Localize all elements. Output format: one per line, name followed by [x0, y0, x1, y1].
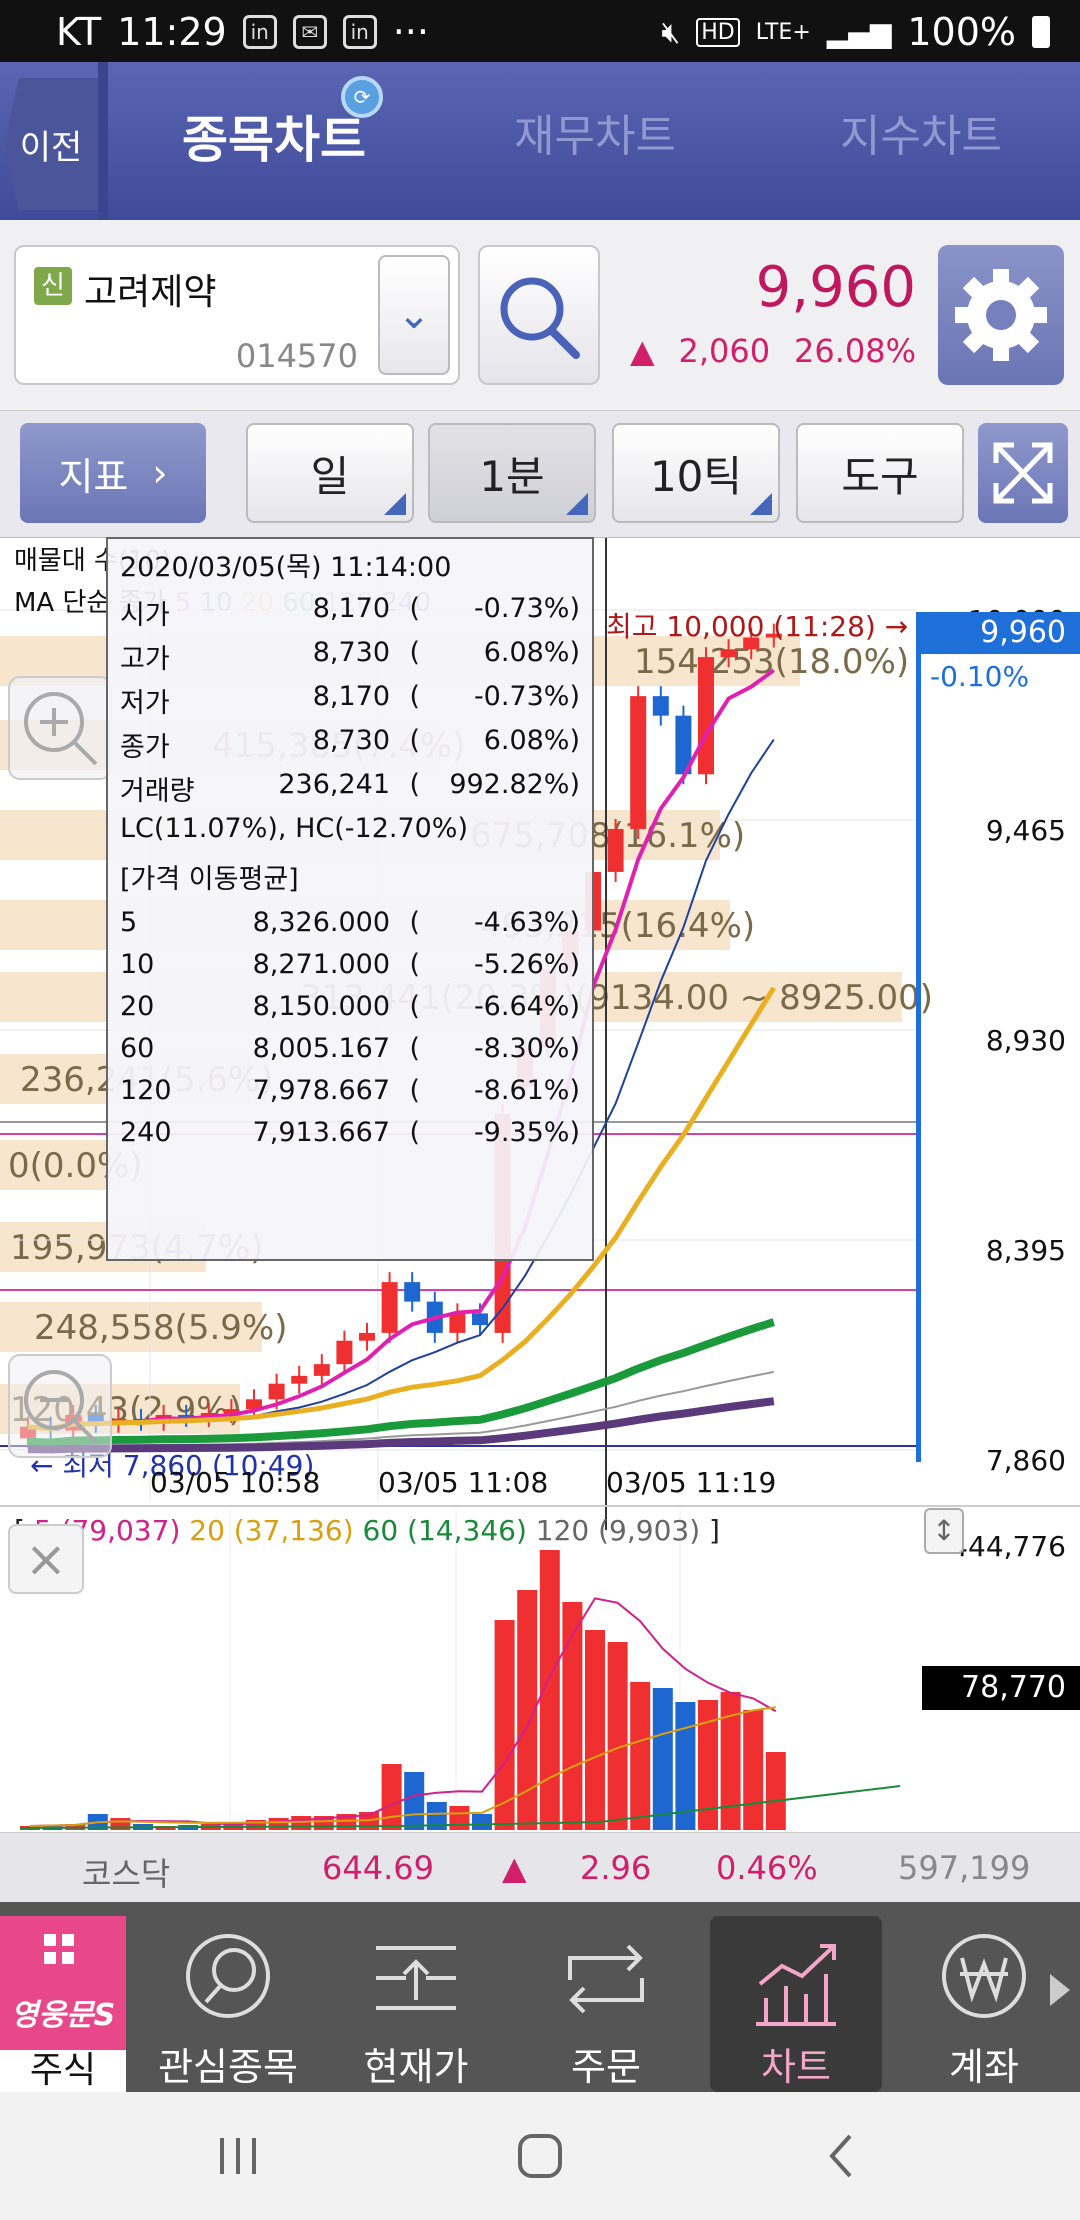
- nav-account[interactable]: 계좌: [898, 1916, 1070, 2092]
- resize-icon: ↕: [932, 1514, 956, 1547]
- index-name: 코스닥: [82, 1855, 171, 1893]
- nav-chart[interactable]: 차트: [710, 1916, 882, 2092]
- current-price-icon: [376, 1946, 456, 2010]
- volume-current-tag: 78,770: [922, 1666, 1080, 1710]
- volume-bar: [720, 1692, 741, 1830]
- nav-stock[interactable]: 영웅문S 주식: [0, 1916, 126, 2092]
- volume-bar: [404, 1772, 425, 1830]
- index-value: 644.69: [322, 1849, 434, 1887]
- volume-bar: [449, 1806, 470, 1830]
- index-change-pct: 0.46%: [716, 1849, 818, 1887]
- volume-ma-legend: [ 5 (79,037) 20 (37,136) 60 (14,346) 120…: [14, 1514, 720, 1547]
- order-icon: [568, 1944, 644, 2014]
- nav-order[interactable]: 주문: [520, 1916, 692, 2092]
- grid-icon: [44, 1934, 74, 1964]
- volume-bar: [268, 1818, 289, 1830]
- index-ticker[interactable]: 코스닥 644.69 ▲ 2.96 0.46% 597,199: [0, 1832, 1080, 1902]
- nav-order-label: 주문: [571, 2045, 641, 2089]
- nav-more-arrow-icon[interactable]: [1050, 1974, 1070, 2006]
- nav-current-price-label: 현재가: [363, 2045, 469, 2089]
- brand-tile: 영웅문S: [0, 1916, 126, 2050]
- volume-legend-item: 60 (14,346): [362, 1514, 536, 1547]
- volume-bar: [607, 1642, 628, 1830]
- volume-bar: [381, 1764, 402, 1830]
- resize-handle[interactable]: ↕: [924, 1508, 964, 1554]
- index-volume: 597,199: [898, 1849, 1031, 1887]
- index-change: 2.96: [580, 1849, 652, 1887]
- nav-watchlist[interactable]: 관심종목: [142, 1916, 314, 2092]
- volume-bar: [291, 1816, 312, 1830]
- nav-watchlist-label: 관심종목: [158, 2045, 298, 2089]
- volume-axis-max: 444,776: [950, 1530, 1066, 1563]
- won-icon: [942, 1934, 1026, 2018]
- volume-bar: [765, 1752, 786, 1830]
- nav-account-label: 계좌: [949, 2045, 1019, 2089]
- watchlist-icon: [186, 1934, 270, 2018]
- volume-bar: [585, 1630, 605, 1830]
- recents-icon[interactable]: [208, 2126, 268, 2186]
- nav-chart-label: 차트: [761, 2045, 831, 2089]
- volume-chart[interactable]: [0, 0, 1080, 1830]
- home-icon[interactable]: [510, 2126, 570, 2186]
- volume-bar: [743, 1710, 764, 1830]
- chart-icon: [756, 1944, 836, 2026]
- volume-bar: [630, 1682, 651, 1830]
- up-arrow-icon: ▲: [502, 1849, 527, 1887]
- volume-legend-item: 20 (37,136): [189, 1514, 363, 1547]
- volume-bar: [472, 1814, 492, 1830]
- close-icon: ×: [25, 1530, 67, 1588]
- brand-label: 영웅문S: [10, 1998, 116, 2033]
- nav-current-price[interactable]: 현재가: [330, 1916, 502, 2092]
- system-nav-bar: [0, 2092, 1080, 2220]
- back-nav-icon[interactable]: [812, 2126, 872, 2186]
- nav-stock-label: 주식: [0, 2050, 126, 2092]
- close-indicator-button[interactable]: ×: [8, 1524, 84, 1594]
- volume-legend-item: 120 (9,903): [535, 1514, 710, 1547]
- volume-bar: [652, 1688, 673, 1830]
